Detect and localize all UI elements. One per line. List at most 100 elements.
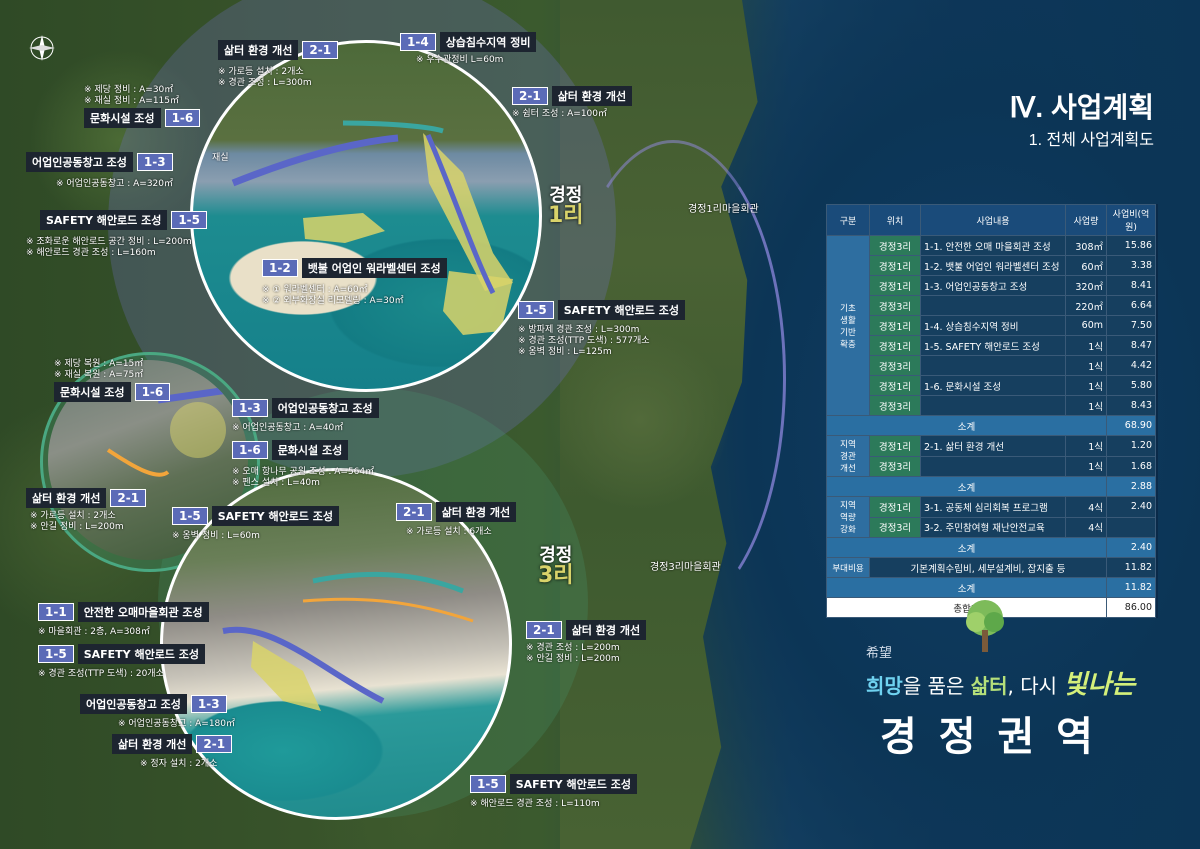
table-row: 경정1리 1-5. SAFETY 해안로드 조성 1식 8.47 <box>827 335 1156 356</box>
callout-code: 1-3 <box>136 153 173 171</box>
table-cell: 경정3리 <box>869 395 921 416</box>
table-cell: 1.68 <box>1106 455 1156 477</box>
table-cell: 3-1. 공동체 심리회복 프로그램 <box>920 496 1066 518</box>
callout-code: 1-6 <box>232 441 268 459</box>
callout-2-1: 삶터 환경 개선 2-1 <box>26 488 147 508</box>
callout-1-3: 어업인공동창고 조성 1-3 <box>26 152 173 172</box>
callout-note: ※ 해안로드 경관 조성 : L=160m <box>26 248 156 258</box>
table-cell: 1식 <box>1065 455 1107 477</box>
table-cell: 11.82 <box>1106 577 1156 598</box>
callout-label: 상습침수지역 정비 <box>439 32 537 52</box>
callout-note: ※ 어업인공동창고 : A=320㎡ <box>56 179 173 189</box>
hall1-label: 경정1리마을회관 <box>688 204 759 215</box>
table-cell: 소계 <box>826 577 1107 598</box>
map-canvas: 경정 1리 경정 3리 경정1리마을회관 경정3리마을회관 재실 삶터 환경 개… <box>0 0 1200 849</box>
village1-overlays <box>231 120 513 335</box>
table-cell: 8.47 <box>1106 335 1156 356</box>
table-row: 기초 생활 기반 확충 경정3리 1-1. 안전한 오매 마을회관 조성 308㎡ 15… <box>826 235 1156 416</box>
table-cell: 4식 <box>1065 496 1107 518</box>
table-cell: 경정1리 <box>869 375 921 396</box>
callout-1-6: 문화시설 조성 1-6 <box>84 108 201 128</box>
table-cell <box>1106 516 1156 538</box>
table-cell: 1식 <box>1065 375 1107 396</box>
table-cell: 1식 <box>1065 335 1107 356</box>
callout-label: 삶터 환경 개선 <box>218 40 299 60</box>
subtotal-row: 소계 68.90 <box>826 415 1156 436</box>
table-cell: 경정1리 <box>869 496 921 518</box>
table-cell: 15.86 <box>1106 235 1156 256</box>
village1-label: 경정 1리 <box>548 185 584 228</box>
callout-1-6: 문화시설 조성 1-6 <box>54 382 171 402</box>
table-cell: 3.38 <box>1106 255 1156 276</box>
callout-2-1: 삶터 환경 개선 2-1 <box>218 40 339 60</box>
table-cell: 4.42 <box>1106 355 1156 376</box>
callout-label: SAFETY 해안로드 조성 <box>557 300 685 320</box>
table-cell <box>920 355 1066 376</box>
slogan-word-hope: 희망 <box>866 674 903 698</box>
table-cell: 68.90 <box>1106 415 1156 436</box>
table-row: 경정1리 1-3. 어업인공동창고 조성 320㎡ 8.41 <box>827 275 1156 296</box>
callout-label: 삶터 환경 개선 <box>551 86 633 106</box>
table-cell: 지역 역량 강화 <box>826 496 870 538</box>
table-cell: 2-1. 삶터 환경 개선 <box>920 435 1066 457</box>
table-cell: 8.41 <box>1106 275 1156 296</box>
callout-note: ※ 경관 조성(TTP 도색) : 20개소 <box>38 669 164 679</box>
table-cell: 경정1리 <box>869 335 921 356</box>
table-cell: 경정3리 <box>869 235 921 256</box>
table-cell: 1식 <box>1065 395 1107 416</box>
callout-1-5: 1-5 SAFETY 해안로드 조성 <box>470 774 637 794</box>
table-cell: 기초 생활 기반 확충 <box>826 235 870 416</box>
callout-code: 1-5 <box>470 775 506 793</box>
callout-code: 2-1 <box>196 735 233 753</box>
callout-label: 삶터 환경 개선 <box>435 502 517 522</box>
callout-1-5: 1-5 SAFETY 해안로드 조성 <box>38 644 205 664</box>
table-cell: 경정3리 <box>869 355 921 376</box>
callout-code: 1-1 <box>38 603 74 621</box>
callout-note: ※ 마을회관 : 2층, A=308㎡ <box>38 627 150 637</box>
callout-label: 어업인공동창고 조성 <box>80 694 187 714</box>
callout-1-4: 1-4 상습침수지역 정비 <box>400 32 537 52</box>
callout-note: ※ 재실 정비 : A=115㎡ <box>84 96 180 106</box>
callout-label: SAFETY 해안로드 조성 <box>40 210 168 230</box>
subtotal-row: 소계 2.40 <box>826 537 1156 558</box>
table-cell: 경정1리 <box>869 315 921 336</box>
table-cell: 7.50 <box>1106 315 1156 336</box>
header-cell: 구분 <box>826 204 870 236</box>
table-cell <box>920 455 1066 477</box>
region-title: 경 정 권 역 <box>880 714 1097 760</box>
table-row: 경정3리 1식 4.42 <box>827 355 1156 376</box>
table-row: 경정3리 3-2. 주민참여형 재난안전교육 4식 <box>827 516 1156 538</box>
table-cell: 1.20 <box>1106 435 1156 457</box>
callout-2-1: 삶터 환경 개선 2-1 <box>112 734 233 754</box>
callout-label: 안전한 오매마을회관 조성 <box>77 602 209 622</box>
callout-code: 1-3 <box>232 399 268 417</box>
callout-note: ※ 쉼터 조성 : A=100㎡ <box>512 109 608 119</box>
table-cell: 1-6. 문화시설 조성 <box>920 375 1066 396</box>
callout-code: 1-6 <box>164 109 201 127</box>
callout-note: ※ 우수관정비 L=60m <box>416 55 504 65</box>
table-row: 경정3리 1식 8.43 <box>827 395 1156 416</box>
table-cell: 86.00 <box>1106 597 1156 618</box>
callout-code: 2-1 <box>526 621 562 639</box>
table-cell: 60m <box>1065 315 1107 336</box>
page-subtitle: 1. 전체 사업계획도 <box>1028 132 1154 149</box>
callout-code: 2-1 <box>110 489 147 507</box>
table-cell: 308㎡ <box>1065 235 1107 256</box>
callout-label: 삶터 환경 개선 <box>565 620 647 640</box>
callout-note: ※ 어업인공동창고 : A=180㎡ <box>118 719 235 729</box>
callout-note: ※ ② 외부화장실 리모델링 : A=30㎡ <box>262 296 404 306</box>
jaesil-label: 재실 <box>212 153 229 163</box>
table-cell: 3-2. 주민참여형 재난안전교육 <box>920 516 1066 538</box>
table-cell: 경정1리 <box>869 255 921 276</box>
callout-1-5: 1-5 SAFETY 해안로드 조성 <box>172 506 339 526</box>
callout-1-6: 1-6 문화시설 조성 <box>232 440 349 460</box>
slogan-word-shine: 빛나는 <box>1063 670 1136 700</box>
subtotal-row: 소계 2.88 <box>826 476 1156 497</box>
slogan-line: 희망을 품은 삶터, 다시 빛나는 <box>866 664 1135 701</box>
table-cell: 220㎡ <box>1065 295 1107 316</box>
table-row: 경정3리 220㎡ 6.64 <box>827 295 1156 316</box>
table-cell: 60㎡ <box>1065 255 1107 276</box>
hall3-label: 경정3리마을회관 <box>650 562 721 573</box>
subtotal-row: 소계 11.82 <box>826 577 1156 598</box>
callout-code: 1-6 <box>134 383 171 401</box>
